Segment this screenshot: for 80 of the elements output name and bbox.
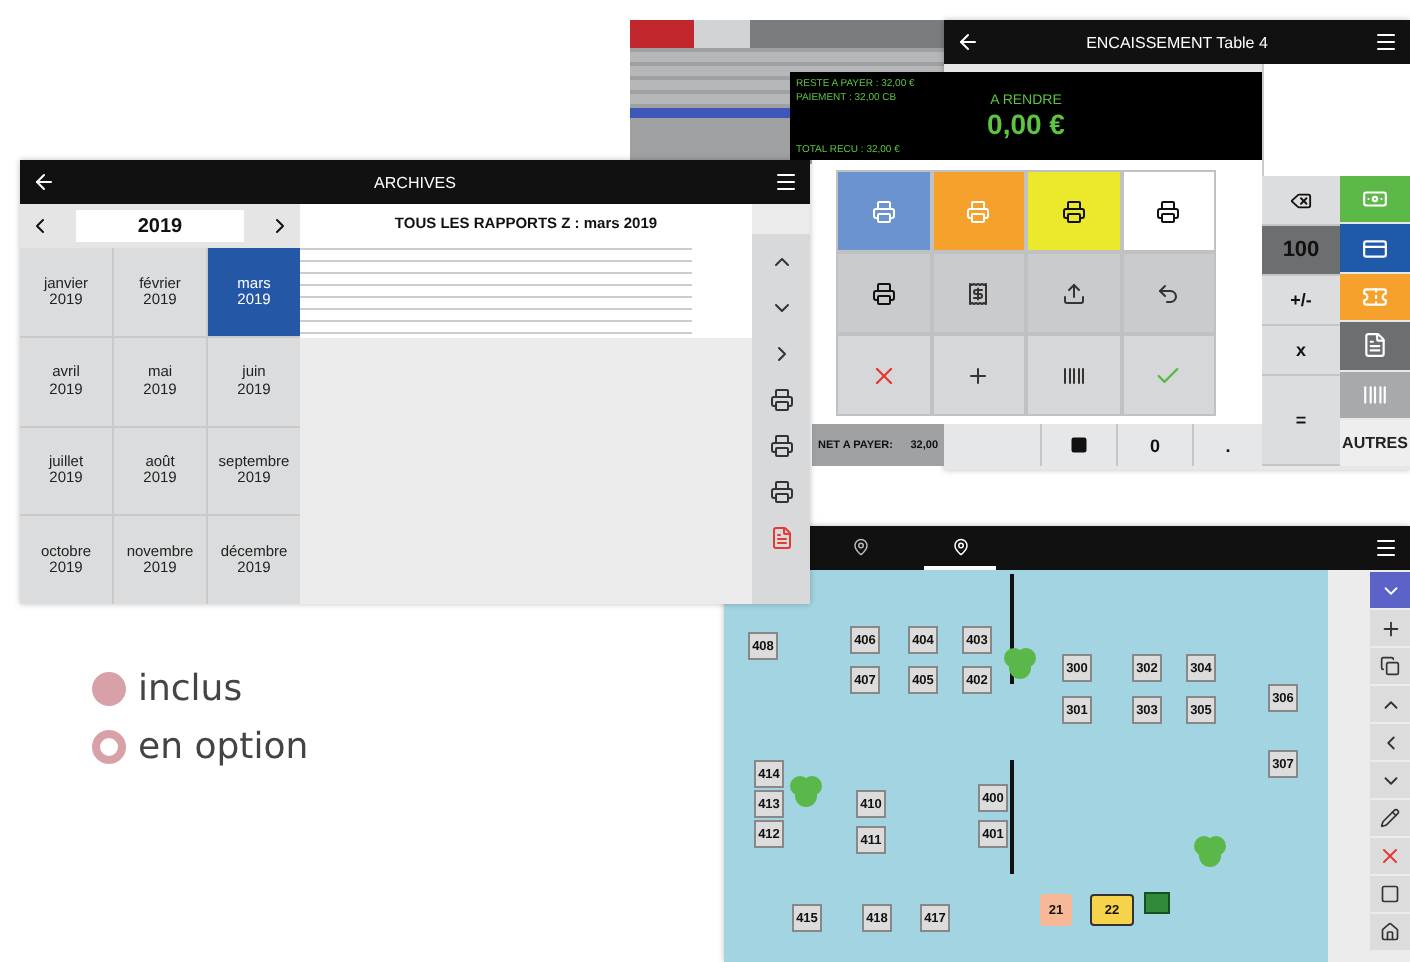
- tree-icon: [788, 772, 824, 808]
- payment-tile[interactable]: [836, 334, 931, 416]
- window-title: ENCAISSEMENT Table 4: [1086, 33, 1268, 51]
- receipt-icon: [966, 281, 991, 305]
- payment-tile[interactable]: [836, 252, 931, 334]
- pencil-icon: [1380, 808, 1400, 828]
- pin-icon: [951, 537, 969, 555]
- register-icon: [1144, 892, 1170, 914]
- plus-icon: [1379, 617, 1401, 639]
- payment-tile[interactable]: [931, 252, 1026, 334]
- printer-icon: [966, 199, 991, 223]
- pdf-icon[interactable]: [769, 526, 793, 550]
- banknote-icon: [1362, 186, 1388, 213]
- upload-icon: [1061, 281, 1086, 305]
- square-icon: [1380, 884, 1400, 904]
- barcode-icon: [1061, 363, 1086, 387]
- close-icon: [1378, 844, 1402, 868]
- legend-label: inclus: [138, 668, 243, 710]
- tree-icon: [1002, 644, 1038, 680]
- payment-method-button[interactable]: [1340, 322, 1410, 372]
- keypad-key[interactable]: 100: [1262, 226, 1340, 276]
- cheque-icon: [1362, 332, 1388, 359]
- window-title: ARCHIVES: [374, 173, 456, 191]
- keypad-key[interactable]: [1262, 176, 1340, 226]
- add-button[interactable]: [1370, 610, 1410, 646]
- home-button[interactable]: [1370, 914, 1410, 950]
- card-icon: [1362, 235, 1388, 262]
- printer-icon: [1061, 199, 1086, 223]
- up-button[interactable]: [1370, 686, 1410, 722]
- barcode-icon: [1362, 381, 1388, 408]
- down-button[interactable]: [1370, 762, 1410, 798]
- legend-label: en option: [138, 726, 309, 768]
- printer-icon[interactable]: [769, 434, 793, 458]
- menu-icon[interactable]: [774, 170, 798, 194]
- keypad-key[interactable]: x: [1262, 326, 1340, 376]
- status-tile: [694, 20, 750, 48]
- legend-dot: [92, 672, 126, 706]
- undo-icon: [1156, 281, 1181, 305]
- payment-tile[interactable]: [836, 170, 931, 252]
- keypad-key[interactable]: +/-: [1262, 276, 1340, 326]
- home-icon: [1380, 922, 1400, 942]
- edit-button[interactable]: [1370, 800, 1410, 836]
- keypad-key[interactable]: .: [1192, 424, 1262, 466]
- printer-icon[interactable]: [769, 388, 793, 412]
- payment-tile[interactable]: [1026, 252, 1121, 334]
- payment-method-button[interactable]: [1340, 224, 1410, 274]
- menu-icon[interactable]: [1374, 536, 1398, 560]
- plus-icon: [966, 363, 991, 387]
- alert-tile: [630, 20, 694, 48]
- copy-icon: [1380, 656, 1400, 676]
- square-button[interactable]: [1370, 876, 1410, 912]
- tree-icon: [1192, 832, 1228, 868]
- back-arrow-icon[interactable]: [956, 30, 980, 54]
- left-button[interactable]: [1370, 724, 1410, 760]
- ticket-icon: [1362, 283, 1388, 310]
- menu-icon[interactable]: [1373, 30, 1398, 54]
- payment-tile[interactable]: [931, 170, 1026, 252]
- payment-tile[interactable]: [1121, 170, 1216, 252]
- device-key[interactable]: [1040, 424, 1116, 466]
- payment-tile[interactable]: [1121, 252, 1216, 334]
- legend-dot: [92, 730, 126, 764]
- change-amount: 0,00 €: [987, 107, 1065, 139]
- keypad-key[interactable]: =: [1262, 376, 1340, 466]
- backspace-icon: [1290, 189, 1312, 211]
- device-icon: [1070, 436, 1088, 454]
- payment-tile[interactable]: [1026, 334, 1121, 416]
- payment-tile[interactable]: [1121, 334, 1216, 416]
- copy-button[interactable]: [1370, 648, 1410, 684]
- payment-tile[interactable]: [931, 334, 1026, 416]
- payment-tile[interactable]: [1026, 170, 1121, 252]
- back-arrow-icon[interactable]: [32, 170, 56, 194]
- printer-icon: [871, 281, 896, 305]
- year-field: 2019: [76, 210, 244, 242]
- printer-icon: [871, 199, 896, 223]
- payment-method-button[interactable]: [1340, 176, 1410, 225]
- printer-icon[interactable]: [769, 480, 793, 504]
- printer-icon: [1156, 199, 1181, 223]
- pin-icon: [851, 537, 869, 555]
- other-button[interactable]: AUTRES: [1340, 419, 1410, 466]
- keypad-key[interactable]: 0: [1116, 424, 1192, 466]
